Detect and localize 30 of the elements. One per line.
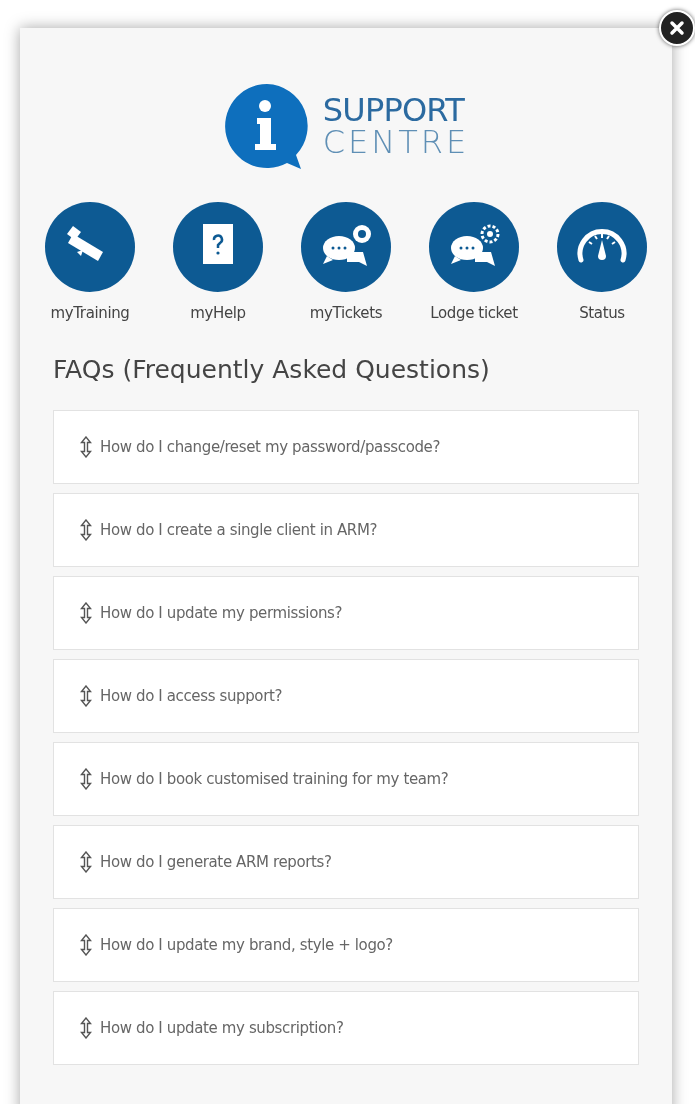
expand-arrows-icon [80, 851, 92, 873]
expand-arrows-icon [80, 1017, 92, 1039]
faq-item[interactable]: How do I update my brand, style + logo? [53, 908, 639, 982]
gauge-icon [557, 202, 647, 292]
faq-item[interactable]: How do I access support? [53, 659, 639, 733]
shortcut-button[interactable]: myTraining [26, 202, 154, 325]
logo-text: SUPPORT [322, 94, 466, 126]
expand-arrows-icon [80, 768, 92, 790]
help-book-icon [173, 202, 263, 292]
close-button[interactable] [659, 10, 695, 46]
logo-text: CENTRE [322, 126, 470, 158]
faq-item[interactable]: How do I update my subscription? [53, 991, 639, 1065]
chat-eye-icon [301, 202, 391, 292]
faq-item[interactable]: How do I generate ARM reports? [53, 825, 639, 899]
shortcut-button[interactable]: Status [538, 202, 666, 325]
expand-arrows-icon [80, 685, 92, 707]
close-icon [669, 20, 685, 36]
faq-item[interactable]: How do I change/reset my password/passcode? [53, 410, 639, 484]
chat-gear-icon [429, 202, 519, 292]
shortcut-button[interactable]: Lodge ticket [410, 202, 538, 325]
expand-arrows-icon [80, 602, 92, 624]
faq-item[interactable]: How do I book customised training for my team? [53, 742, 639, 816]
faq-heading: FAQs (Frequently Asked Questions) [53, 353, 491, 386]
faq-item[interactable]: How do I update my permissions? [53, 576, 639, 650]
faq-item[interactable]: How do I create a single client in ARM? [53, 493, 639, 567]
shortcut-button[interactable]: myTickets [282, 202, 410, 325]
shortcut-button[interactable]: myHelp [154, 202, 282, 325]
expand-arrows-icon [80, 934, 92, 956]
expand-arrows-icon [80, 519, 92, 541]
expand-arrows-icon [80, 436, 92, 458]
